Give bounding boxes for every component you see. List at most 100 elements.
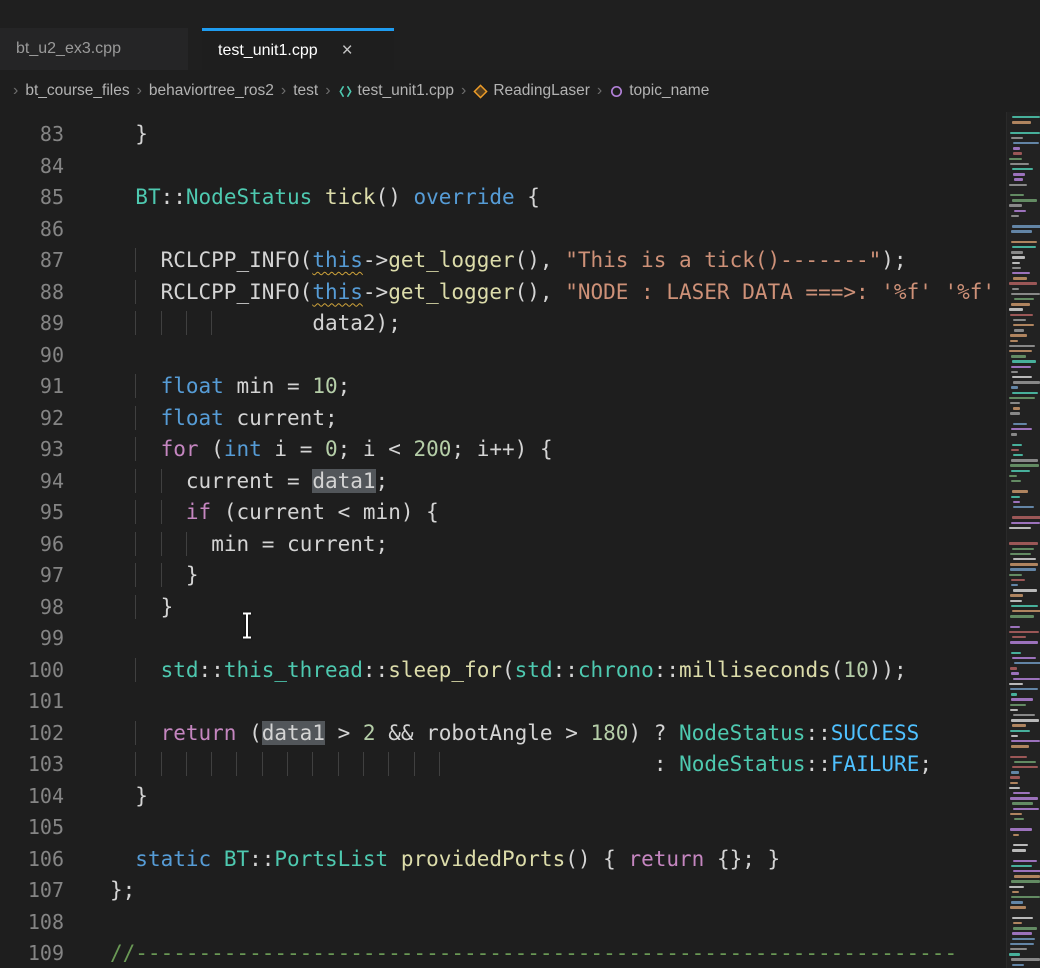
minimap-line [1009,953,1019,955]
code-line[interactable]: 101 [0,686,1006,718]
code-line[interactable]: 86 [0,214,1006,246]
minimap-line [1013,792,1030,794]
code-text: for (int i = 0; i < 200; i++) { [110,434,553,466]
breadcrumb-item-behaviortree-ros2[interactable]: behaviortree_ros2 [149,82,274,100]
minimap-line [1013,152,1022,154]
code-line[interactable]: 105 [0,812,1006,844]
code-line[interactable]: 93 for (int i = 0; i < 200; i++) { [0,434,1006,466]
code-line[interactable]: 96 min = current; [0,529,1006,561]
code-token: (current < min) { [211,500,439,524]
minimap-line [1009,184,1027,186]
code-token: std [515,658,553,682]
code-token: this_thread [224,658,363,682]
code-line[interactable]: 103 : NodeStatus::FAILURE; [0,749,1006,781]
minimap-line [1010,709,1018,711]
code-text: static BT::PortsList providedPorts() { r… [110,844,780,876]
code-line[interactable]: 107}; [0,875,1006,907]
code-line[interactable]: 99 [0,623,1006,655]
tab-test_unit1[interactable]: test_unit1.cpp × [202,28,394,70]
line-number: 101 [0,686,64,718]
minimap-line [1013,147,1020,149]
code-line[interactable]: 83 } [0,119,1006,151]
minimap-line [1012,548,1034,550]
chevron-right-icon: › [13,82,18,100]
code-token: NodeStatus [186,185,312,209]
code-line[interactable]: 104 } [0,781,1006,813]
breadcrumb-label: topic_name [629,82,709,100]
code-token: float [161,374,224,398]
code-token: 2 [363,721,376,745]
line-number: 108 [0,907,64,939]
code-line[interactable]: 102 return (data1 > 2 && robotAngle > 18… [0,718,1006,750]
breadcrumb-item-readinglaser[interactable]: ReadingLaser [473,82,590,100]
minimap-line [1011,215,1019,217]
minimap-line [1011,293,1040,295]
minimap-line [1012,917,1033,919]
code-line[interactable]: 98 } [0,592,1006,624]
indent-guide-icon [236,752,261,776]
line-number: 93 [0,434,64,466]
code-token: { [515,185,540,209]
code-token: return [161,721,237,745]
code-token: current; [224,406,338,430]
code-line[interactable]: 85 BT::NodeStatus tick() override { [0,182,1006,214]
minimap-line [1012,288,1020,290]
code-line[interactable]: 94 current = data1; [0,466,1006,498]
minimap-line [1012,121,1031,123]
indent-guide-icon [135,721,160,745]
code-line[interactable]: 90 [0,340,1006,372]
minimap-line [1011,896,1040,898]
indent-guide-icon [211,311,236,335]
minimap-line [1010,828,1032,830]
tab-label: bt_u2_ex3.cpp [16,40,121,58]
minimap-line [1011,371,1018,373]
code-line[interactable]: 106 static BT::PortsList providedPorts()… [0,844,1006,876]
minimap-line [1013,506,1035,508]
code-line[interactable]: 92 float current; [0,403,1006,435]
code-line[interactable]: 91 float min = 10; [0,371,1006,403]
code-line[interactable]: 88 RCLCPP_INFO(this->get_logger(), "NODE… [0,277,1006,309]
line-number: 97 [0,560,64,592]
code-line[interactable]: 84 [0,151,1006,183]
code-token: () { [565,847,628,871]
line-number: 104 [0,781,64,813]
minimap-line [1012,636,1026,638]
minimap-line [1013,870,1040,872]
minimap-line [1010,464,1039,466]
breadcrumb-item-bt-course-files[interactable]: bt_course_files [25,82,129,100]
code-line[interactable]: 100 std::this_thread::sleep_for(std::chr… [0,655,1006,687]
code-token: ) ? [628,721,679,745]
code-line[interactable]: 97 } [0,560,1006,592]
code-text: } [110,592,173,624]
minimap-line [1010,194,1024,196]
code-line[interactable]: 95 if (current < min) { [0,497,1006,529]
breadcrumb-item-topic-name[interactable]: topic_name [609,82,709,100]
code-editor[interactable]: 83 }8485 BT::NodeStatus tick() override … [0,112,1040,968]
code-token: current = [186,469,312,493]
code-token: "NODE : LASER DATA ===>: '%f' '%f' [565,280,995,304]
code-area[interactable]: 83 }8485 BT::NodeStatus tick() override … [0,112,1006,968]
minimap-line [1013,589,1037,591]
code-line[interactable]: 109//-----------------------------------… [0,938,1006,968]
minimap-line [1009,308,1023,310]
code-line[interactable]: 87 RCLCPP_INFO(this->get_logger(), "This… [0,245,1006,277]
minimap-line [1009,631,1039,633]
close-tab-icon[interactable]: × [342,41,353,60]
breadcrumb-item-test[interactable]: test [293,82,318,100]
line-number: 84 [0,151,64,183]
indent-guide-icon [135,406,160,430]
tab-bt_u2_ex3[interactable]: bt_u2_ex3.cpp [0,28,188,70]
minimap-line [1011,698,1033,700]
minimap-line [1011,251,1023,253]
code-token: RCLCPP_INFO( [161,248,313,272]
code-token: :: [553,658,578,682]
minimap[interactable] [1006,112,1040,968]
minimap-line [1012,262,1020,264]
breadcrumb-item-test-unit1-cpp[interactable]: test_unit1.cpp [338,82,455,100]
minimap-line [1013,834,1020,836]
indent-guide-icon [135,248,160,272]
indent-guide-icon [161,469,186,493]
code-token: "This is a tick()-------" [565,248,881,272]
code-line[interactable]: 89 data2); [0,308,1006,340]
code-line[interactable]: 108 [0,907,1006,939]
